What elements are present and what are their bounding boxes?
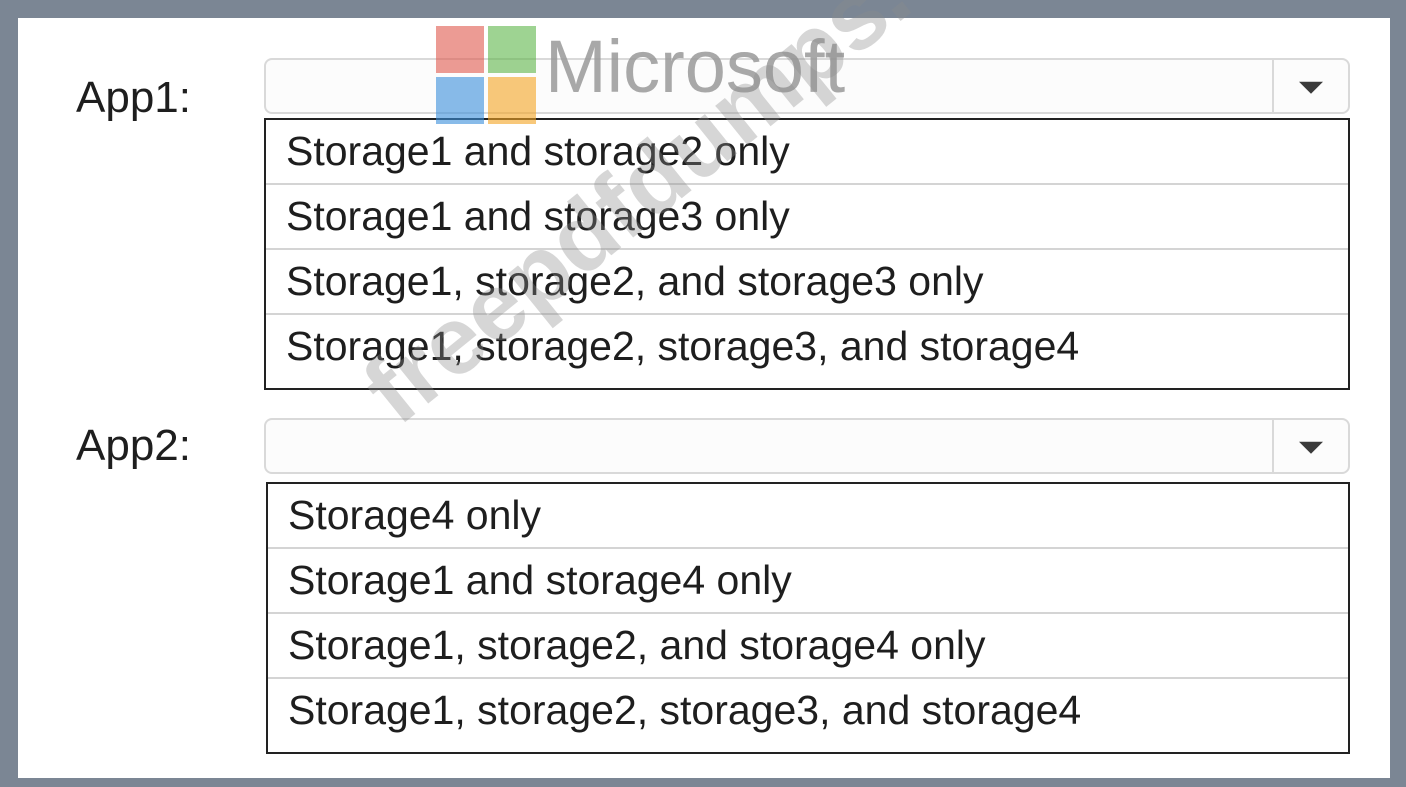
app2-options-list: Storage4 only Storage1 and storage4 only…	[266, 482, 1350, 754]
app2-dropdown[interactable]	[264, 418, 1350, 474]
app1-option[interactable]: Storage1, storage2, storage3, and storag…	[266, 315, 1348, 380]
app2-dropdown-toggle[interactable]	[1272, 420, 1348, 472]
app2-option[interactable]: Storage1, storage2, storage3, and storag…	[268, 679, 1348, 744]
answer-panel: App1: Storage1 and storage2 only Storage…	[18, 0, 1390, 778]
microsoft-logo-text: Microsoft	[545, 25, 846, 108]
chevron-down-icon	[1299, 441, 1323, 454]
app2-label: App2:	[76, 421, 191, 470]
app1-label: App1:	[76, 73, 191, 122]
app1-option[interactable]: Storage1 and storage2 only	[266, 120, 1348, 185]
app1-options-list: Storage1 and storage2 only Storage1 and …	[264, 118, 1350, 390]
app2-option[interactable]: Storage1, storage2, and storage4 only	[268, 614, 1348, 679]
chevron-down-icon	[1299, 81, 1323, 94]
app2-option[interactable]: Storage1 and storage4 only	[268, 549, 1348, 614]
app2-option[interactable]: Storage4 only	[268, 484, 1348, 549]
app1-option[interactable]: Storage1 and storage3 only	[266, 185, 1348, 250]
microsoft-logo-icon	[436, 26, 536, 124]
app1-dropdown-toggle[interactable]	[1272, 60, 1348, 112]
app1-option[interactable]: Storage1, storage2, and storage3 only	[266, 250, 1348, 315]
